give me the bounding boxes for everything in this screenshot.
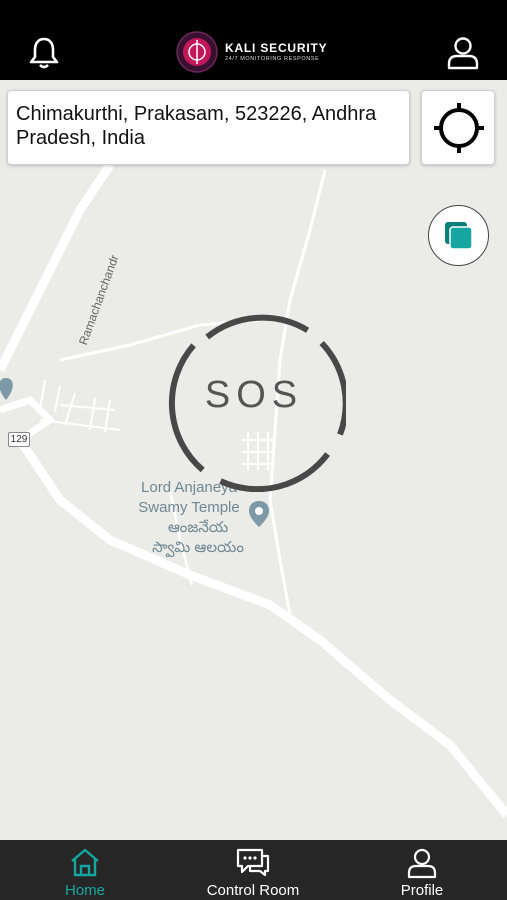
nav-control-room-label: Control Room xyxy=(206,882,300,899)
bell-icon[interactable] xyxy=(28,36,60,70)
temple-pin-icon[interactable] xyxy=(248,500,270,528)
logo-subtitle: 24/7 MONITORING RESPONSE xyxy=(225,56,320,62)
chat-icon xyxy=(236,848,270,877)
kali-logo-icon xyxy=(176,31,218,73)
user-icon[interactable] xyxy=(446,36,480,70)
address-field[interactable]: Chimakurthi, Prakasam, 523226, Andhra Pr… xyxy=(7,90,410,165)
home-icon xyxy=(71,848,99,877)
sos-label: SOS xyxy=(204,374,304,416)
profile-icon xyxy=(407,848,437,879)
app-logo: KALI SECURITY 24/7 MONITORING RESPONSE xyxy=(176,31,327,73)
nav-profile-label: Profile xyxy=(400,882,444,899)
layers-icon xyxy=(445,222,473,250)
nav-home[interactable]: Home xyxy=(45,840,125,900)
bottom-nav: Home Control Room Profile xyxy=(0,840,507,900)
address-text: Chimakurthi, Prakasam, 523226, Andhra Pr… xyxy=(16,103,377,149)
nav-home-label: Home xyxy=(64,882,105,899)
top-bar: KALI SECURITY 24/7 MONITORING RESPONSE xyxy=(0,0,507,80)
logo-title: KALI SECURITY xyxy=(225,41,328,55)
crosshair-icon xyxy=(434,103,484,153)
locate-button[interactable] xyxy=(421,90,495,165)
nav-profile[interactable]: Profile xyxy=(382,840,462,900)
sos-button[interactable]: SOS xyxy=(162,308,349,493)
map-layers-button[interactable] xyxy=(428,205,489,266)
poi-name-telugu: ఆంజనేయ స్వామి ఆలయం xyxy=(152,519,244,556)
route-shield: 129 xyxy=(8,432,30,447)
nav-control-room[interactable]: Control Room xyxy=(198,840,308,900)
